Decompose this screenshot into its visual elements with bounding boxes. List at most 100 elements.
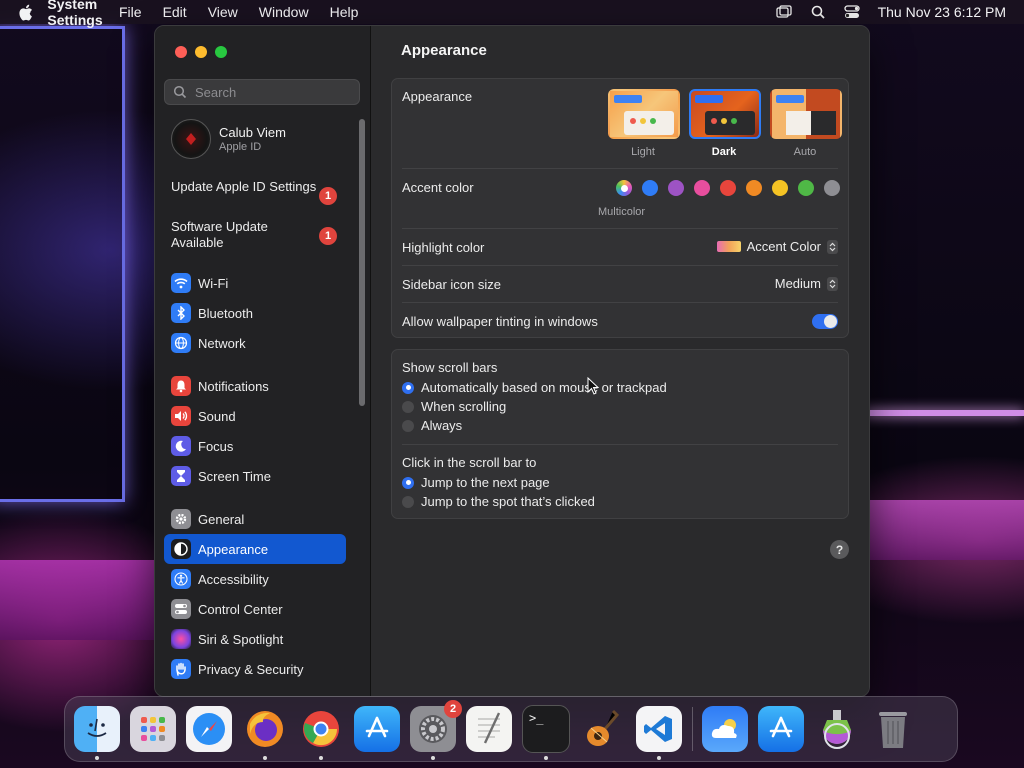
accent-red-swatch[interactable] (720, 180, 736, 196)
appearance-options: Light Dark Auto (608, 89, 842, 158)
sidebar-item-notifications[interactable]: Notifications (164, 371, 346, 401)
dock-divider (692, 707, 693, 751)
appearance-option-label: Auto (793, 146, 817, 158)
sidebar-item-appearance[interactable]: Appearance (164, 534, 346, 564)
radio-button[interactable] (402, 381, 414, 394)
sidebar-item-label: Notifications (198, 378, 269, 394)
spotlight-search-icon[interactable] (810, 4, 826, 20)
radio-jump-next-page[interactable]: Jump to the next page (402, 473, 838, 492)
appearance-option-light[interactable]: Light (608, 89, 680, 158)
firefox-icon[interactable] (242, 706, 288, 760)
sidebar-item-sound[interactable]: Sound (164, 401, 346, 431)
menu-clock[interactable]: Thu Nov 23 6:12 PM (878, 4, 1006, 20)
accent-color-options (616, 180, 840, 196)
sidebar-item-label: Privacy & Security (198, 661, 304, 677)
update-apple-id-notice[interactable]: Update Apple ID Settings 1 (171, 179, 351, 205)
show-scroll-bars-options: Automatically based on mouse or trackpad… (402, 378, 838, 435)
accent-green-swatch[interactable] (798, 180, 814, 196)
sidebar-item-general[interactable]: General (164, 504, 346, 534)
control-center-menu-icon[interactable] (843, 4, 860, 20)
icon-size-value: Medium (774, 276, 821, 291)
appearance-card: Appearance Light Dark Auto Accent color … (391, 78, 849, 338)
chrome-icon[interactable] (298, 706, 344, 760)
software-update-notice[interactable]: Software Update Available 1 (171, 219, 351, 251)
radio-scroll-automatic[interactable]: Automatically based on mouse or trackpad (402, 378, 838, 397)
system-settings-icon[interactable]: 2 (410, 700, 462, 760)
radio-button[interactable] (402, 495, 414, 508)
menu-view[interactable]: View (208, 4, 238, 20)
safari-icon[interactable] (186, 706, 232, 752)
radio-button[interactable] (402, 400, 414, 413)
notice-label: Update Apple ID Settings (171, 179, 317, 194)
accent-pink-swatch[interactable] (694, 180, 710, 196)
sidebar-item-siri-spotlight[interactable]: Siri & Spotlight (164, 624, 346, 654)
sidebar-item-bluetooth[interactable]: Bluetooth (164, 298, 346, 328)
sidebar-icon-size-label: Sidebar icon size (402, 277, 501, 292)
settings-pane: Appearance Appearance Light Dark Auto Ac… (371, 26, 869, 696)
app-store-icon[interactable] (354, 706, 400, 752)
sidebar-item-focus[interactable]: Focus (164, 431, 346, 461)
close-button[interactable] (175, 46, 187, 58)
menu-window[interactable]: Window (259, 4, 309, 20)
accent-graphite-swatch[interactable] (824, 180, 840, 196)
terminal-icon[interactable]: >_ (522, 705, 570, 760)
menu-app-name[interactable]: System Settings (47, 0, 102, 35)
finder-icon[interactable] (74, 706, 120, 760)
help-button[interactable]: ? (830, 540, 849, 559)
sidebar-item-privacy-security[interactable]: Privacy & Security (164, 654, 346, 684)
trash-icon[interactable] (870, 706, 916, 752)
search-field[interactable] (164, 79, 360, 105)
radio-label: Jump to the spot that’s clicked (421, 494, 595, 509)
sidebar-item-wifi[interactable]: Wi-Fi (164, 268, 346, 298)
appearance-option-auto[interactable]: Auto (770, 89, 842, 158)
wifi-icon (171, 273, 191, 293)
sidebar-item-label: Control Center (198, 601, 283, 617)
accent-blue-swatch[interactable] (642, 180, 658, 196)
sidebar-item-network[interactable]: Network (164, 328, 346, 358)
sidebar-item-control-center[interactable]: Control Center (164, 594, 346, 624)
siri-icon (171, 629, 191, 649)
profile-name: Calub Viem (219, 125, 286, 140)
radio-button[interactable] (402, 476, 414, 489)
wallpaper-tinting-toggle[interactable] (812, 314, 838, 329)
scroll-bars-card: Show scroll bars Automatically based on … (391, 349, 849, 519)
search-input[interactable] (193, 83, 357, 101)
menu-file[interactable]: File (119, 4, 142, 20)
speaker-icon (171, 406, 191, 426)
minimize-button[interactable] (195, 46, 207, 58)
radio-jump-to-spot[interactable]: Jump to the spot that’s clicked (402, 492, 838, 511)
accent-purple-swatch[interactable] (668, 180, 684, 196)
screen-mirroring-icon[interactable] (775, 4, 792, 20)
weather-icon[interactable] (702, 706, 748, 752)
sidebar-icon-size-popup[interactable]: Medium (775, 276, 838, 291)
sidebar-item-screen-time[interactable]: Screen Time (164, 461, 346, 491)
sidebar-item-label: General (198, 511, 245, 527)
page-title: Appearance (401, 42, 487, 59)
vscode-icon[interactable] (636, 706, 682, 760)
menu-help[interactable]: Help (330, 4, 359, 20)
appearance-option-label: Light (631, 146, 655, 158)
accent-yellow-swatch[interactable] (772, 180, 788, 196)
bluetooth-icon (171, 303, 191, 323)
sidebar-scrollbar[interactable] (359, 119, 365, 406)
app-store-2-icon[interactable] (758, 706, 804, 752)
textedit-icon[interactable] (466, 706, 512, 752)
apple-id-profile[interactable]: Calub Viem Apple ID (171, 119, 286, 159)
radio-scroll-always[interactable]: Always (402, 416, 838, 435)
apple-icon[interactable] (18, 4, 36, 21)
sidebar-item-label: Wi-Fi (198, 275, 229, 291)
accent-orange-swatch[interactable] (746, 180, 762, 196)
menu-edit[interactable]: Edit (163, 4, 187, 20)
radio-button[interactable] (402, 419, 414, 432)
highlight-color-popup[interactable]: Accent Color (716, 239, 838, 254)
radio-scroll-when-scrolling[interactable]: When scrolling (402, 397, 838, 416)
accessibility-icon (171, 569, 191, 589)
accent-multicolor-swatch[interactable] (616, 180, 632, 196)
installer-icon[interactable] (814, 706, 860, 752)
appearance-option-dark[interactable]: Dark (689, 89, 761, 158)
launchpad-icon[interactable] (130, 706, 176, 752)
garageband-icon[interactable] (580, 706, 626, 752)
zoom-button[interactable] (215, 46, 227, 58)
search-icon (173, 85, 187, 99)
sidebar-item-accessibility[interactable]: Accessibility (164, 564, 346, 594)
